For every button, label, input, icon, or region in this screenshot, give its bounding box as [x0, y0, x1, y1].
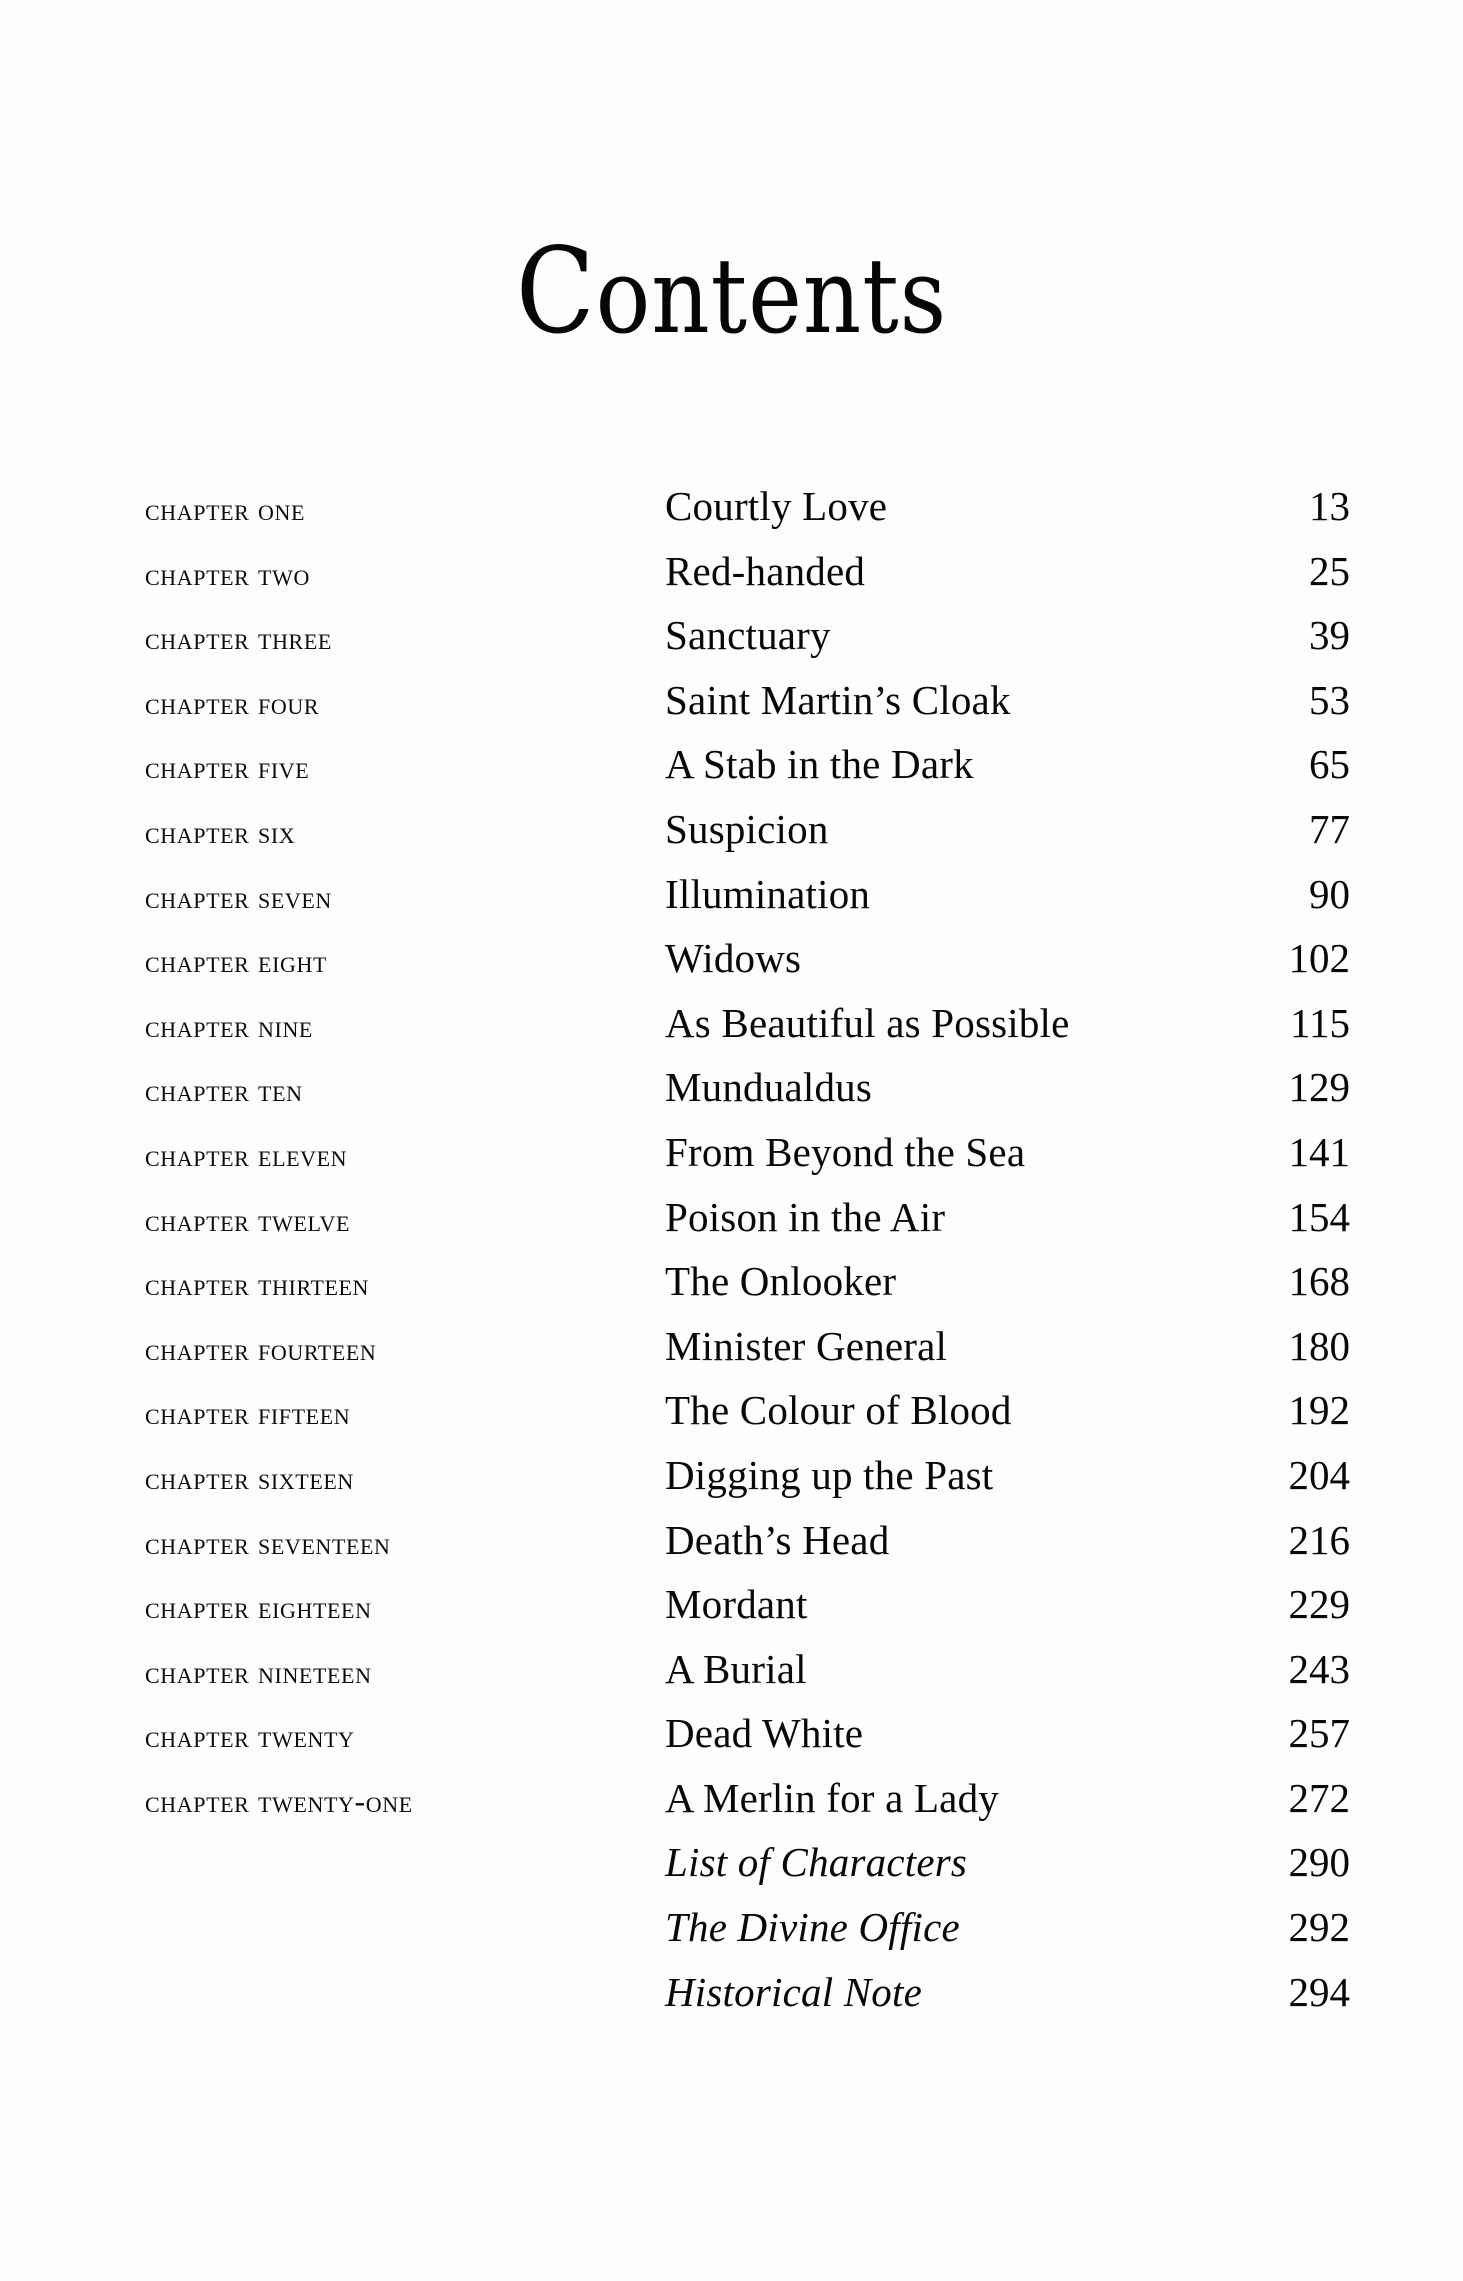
toc-entry-title: A Stab in the Dark: [665, 741, 974, 788]
toc-entry[interactable]: Chapter Twelve Poison in the Air 154: [145, 1193, 1350, 1258]
toc-entry-title: Mordant: [665, 1581, 808, 1628]
toc-entry[interactable]: Chapter Eighteen Mordant 229: [145, 1580, 1350, 1645]
toc-entry-title: Poison in the Air: [665, 1193, 946, 1240]
toc-entry-page-number: 292: [1288, 1904, 1351, 1951]
toc-entry-chapter-label: Chapter Fourteen: [145, 1330, 377, 1367]
toc-entry-page-number: 141: [1288, 1128, 1351, 1175]
toc-entry-chapter-label: Chapter Four: [145, 684, 320, 721]
toc-entry[interactable]: Chapter Seven Illumination 90: [145, 870, 1350, 935]
toc-entry[interactable]: Chapter Nineteen A Burial 243: [145, 1645, 1350, 1710]
toc-entry-title: From Beyond the Sea: [665, 1128, 1026, 1175]
toc-entry-chapter-label: Chapter Twenty-one: [145, 1782, 413, 1819]
toc-entry-page-number: 65: [1309, 741, 1350, 788]
toc-entry-page-number: 77: [1309, 805, 1350, 852]
toc-entry-chapter-label: Chapter Twenty: [145, 1718, 355, 1755]
toc-entry-page-number: 180: [1288, 1322, 1351, 1369]
toc-entry-title: The Colour of Blood: [665, 1387, 1012, 1434]
toc-entry-title: Suspicion: [665, 805, 829, 852]
toc-entry[interactable]: Chapter One Courtly Love 13: [145, 482, 1350, 547]
toc-entry-page-number: 272: [1288, 1774, 1351, 1821]
toc-entry-title: Red-handed: [665, 547, 866, 594]
toc-entry-page-number: 115: [1290, 999, 1350, 1046]
toc-entry-title: The Divine Office: [665, 1904, 960, 1951]
toc-entry-title: Death’s Head: [665, 1516, 890, 1563]
toc-entry-page-number: 39: [1309, 612, 1350, 659]
toc-entry-title: Minister General: [665, 1322, 948, 1369]
toc-entry-page-number: 13: [1309, 483, 1350, 529]
toc-entry[interactable]: Chapter Two Red-handed 25: [145, 547, 1350, 612]
toc-entry[interactable]: Chapter Seventeen Death’s Head 216: [145, 1516, 1350, 1581]
toc-entry-page-number: 257: [1288, 1710, 1351, 1757]
toc-entry-chapter-label: Chapter Seventeen: [145, 1524, 391, 1561]
toc-entry-chapter-label: Chapter Two: [145, 555, 310, 592]
toc-entry-chapter-label: Chapter Seven: [145, 878, 332, 915]
toc-entry[interactable]: Chapter Four Saint Martin’s Cloak 53: [145, 676, 1350, 741]
toc-entry[interactable]: Chapter Thirteen The Onlooker 168: [145, 1257, 1350, 1322]
toc-entry-chapter-label: Chapter Twelve: [145, 1201, 351, 1238]
toc-entry-chapter-label: Chapter Eight: [145, 943, 328, 980]
toc-entry-title: Saint Martin’s Cloak: [665, 676, 1011, 723]
toc-entry-page-number: 102: [1288, 935, 1351, 982]
toc-entry-page-number: 90: [1309, 870, 1350, 917]
toc-entry[interactable]: Chapter Twenty Dead White 257: [145, 1709, 1350, 1774]
page-title-rest: ontents: [595, 234, 948, 357]
toc-entry-chapter-label: Chapter Eleven: [145, 1136, 348, 1173]
toc-entry-page-number: 168: [1288, 1258, 1351, 1305]
toc-entry[interactable]: List of Characters 290: [145, 1838, 1350, 1903]
toc-entry-page-number: 229: [1288, 1581, 1351, 1628]
toc-entry[interactable]: Chapter Six Suspicion 77: [145, 805, 1350, 870]
toc-entry-title: Historical Note: [665, 1968, 922, 2015]
toc-entry-title: List of Characters: [665, 1839, 968, 1886]
toc-entry-page-number: 290: [1288, 1839, 1351, 1886]
toc-entry[interactable]: Chapter Eleven From Beyond the Sea 141: [145, 1128, 1350, 1193]
toc-entry-page-number: 25: [1309, 547, 1350, 594]
toc-entry[interactable]: Chapter Fifteen The Colour of Blood 192: [145, 1386, 1350, 1451]
toc-entry[interactable]: Historical Note 294: [145, 1968, 1350, 2033]
toc-entry-chapter-label: Chapter Ten: [145, 1072, 303, 1109]
toc-entry[interactable]: Chapter Fourteen Minister General 180: [145, 1322, 1350, 1387]
page-title: Contents: [22, 232, 1441, 351]
toc-entry-page-number: 154: [1288, 1193, 1351, 1240]
toc-entry-page-number: 294: [1288, 1968, 1351, 2015]
toc-entry-title: Mundualdus: [665, 1064, 872, 1111]
toc-entry-chapter-label: Chapter One: [145, 491, 306, 527]
toc-entry[interactable]: Chapter Nine As Beautiful as Possible 115: [145, 999, 1350, 1064]
toc-entry-page-number: 53: [1309, 676, 1350, 723]
toc-entry-title: As Beautiful as Possible: [665, 999, 1070, 1046]
toc-entry-title: Digging up the Past: [665, 1451, 994, 1498]
toc-entry-title: Dead White: [665, 1710, 864, 1757]
toc-entry-title: Courtly Love: [665, 483, 888, 529]
toc-entry-title: Sanctuary: [665, 612, 831, 659]
toc-entry-title: A Burial: [665, 1645, 807, 1692]
toc-entry-chapter-label: Chapter Six: [145, 813, 296, 850]
toc-entry[interactable]: Chapter Five A Stab in the Dark 65: [145, 740, 1350, 805]
toc-entry-title: Widows: [665, 935, 802, 982]
toc-entry[interactable]: Chapter Three Sanctuary 39: [145, 611, 1350, 676]
toc-entry-page-number: 192: [1288, 1387, 1351, 1434]
toc-entry[interactable]: Chapter Eight Widows 102: [145, 934, 1350, 999]
toc-entry-chapter-label: Chapter Thirteen: [145, 1266, 370, 1303]
toc-entry-chapter-label: Chapter Nineteen: [145, 1653, 372, 1690]
toc-entry[interactable]: The Divine Office 292: [145, 1903, 1350, 1968]
toc-entry-title: The Onlooker: [665, 1258, 897, 1305]
toc-entry-chapter-label: Chapter Three: [145, 620, 332, 657]
toc-entry[interactable]: Chapter Ten Mundualdus 129: [145, 1063, 1350, 1128]
toc-entry-title: A Merlin for a Lady: [665, 1774, 999, 1821]
toc-entry[interactable]: Chapter Twenty-one A Merlin for a Lady 272: [145, 1774, 1350, 1839]
toc-entry-chapter-label: Chapter Sixteen: [145, 1459, 354, 1496]
toc-entry[interactable]: Chapter Sixteen Digging up the Past 204: [145, 1451, 1350, 1516]
toc-entry-chapter-label: Chapter Eighteen: [145, 1589, 372, 1626]
toc-entry-page-number: 204: [1288, 1451, 1351, 1498]
toc-entry-page-number: 243: [1288, 1645, 1351, 1692]
page-title-initial: C: [515, 221, 596, 360]
toc-entry-title: Illumination: [665, 870, 871, 917]
toc-entry-page-number: 216: [1288, 1516, 1351, 1563]
table-of-contents: Chapter One Courtly Love 13 Chapter Two Red-…: [145, 482, 1350, 2032]
toc-entry-chapter-label: Chapter Nine: [145, 1007, 313, 1044]
toc-entry-chapter-label: Chapter Five: [145, 749, 310, 786]
toc-entry-page-number: 129: [1288, 1064, 1351, 1111]
toc-entry-chapter-label: Chapter Fifteen: [145, 1395, 351, 1432]
